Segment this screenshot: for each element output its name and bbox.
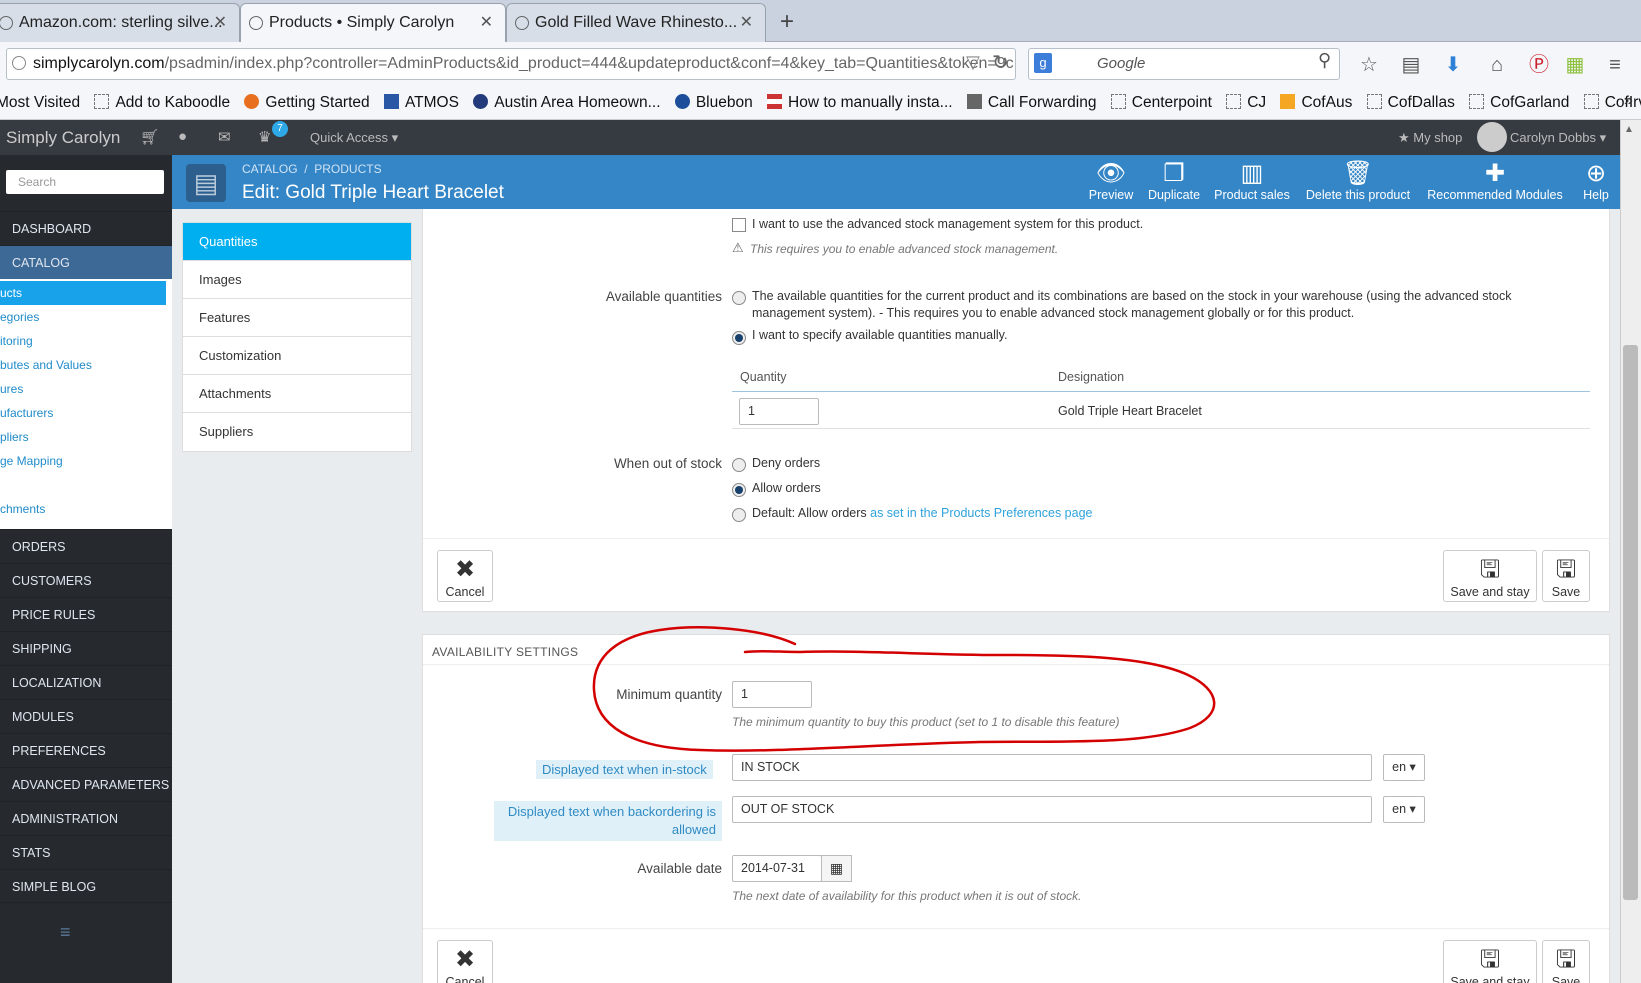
scrollbar-thumb[interactable]: [1623, 345, 1638, 900]
scroll-up-arrow-icon[interactable]: ▲: [1624, 124, 1634, 135]
red-annotation-circle: [592, 626, 1216, 752]
